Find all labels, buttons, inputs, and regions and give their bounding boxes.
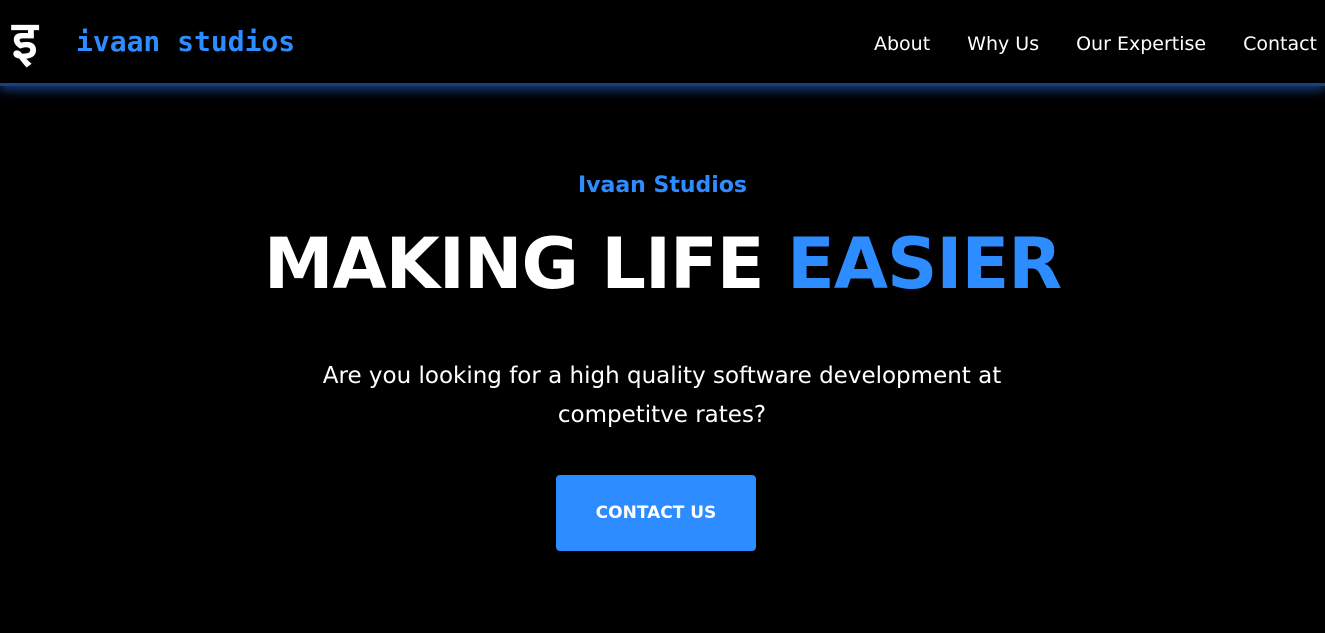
brand-name[interactable]: ivaan studios [76,22,295,62]
headline-accent-text: EASIER [787,223,1062,305]
navbar: इ ivaan studios About Why Us Our Experti… [0,0,1325,86]
nav-link-why-us[interactable]: Why Us [967,28,1039,60]
hero-eyebrow: Ivaan Studios [577,173,748,198]
nav-link-our-expertise[interactable]: Our Expertise [1076,28,1206,60]
hero-headline: MAKING LIFE EASIER [0,218,1325,310]
logo-icon[interactable]: इ [12,10,54,72]
hero-subtext: Are you looking for a high quality softw… [322,363,1002,428]
nav-link-about[interactable]: About [874,28,930,60]
nav-link-contact[interactable]: Contact [1243,28,1317,60]
hero-section: Ivaan Studios MAKING LIFE EASIER Are you… [0,86,1325,633]
contact-us-button[interactable]: CONTACT US [556,475,756,551]
nav-menu: About Why Us Our Expertise Contact [837,28,1317,60]
headline-white-text: MAKING LIFE [263,223,787,305]
